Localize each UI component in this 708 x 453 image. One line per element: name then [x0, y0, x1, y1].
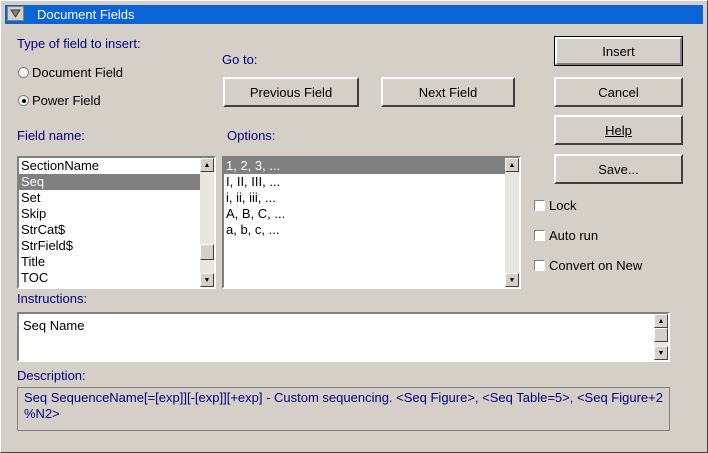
options-list-item[interactable]: a, b, c, ...: [224, 222, 505, 238]
options-list-item[interactable]: I, II, III, ...: [224, 174, 505, 190]
description-text: Seq SequenceName[=[exp]][-[exp]][+exp] -…: [17, 387, 670, 431]
scroll-down-icon[interactable]: ▼: [505, 273, 519, 287]
field-name-list-item[interactable]: StrField$: [19, 238, 200, 254]
save-button[interactable]: Save...: [554, 154, 683, 184]
instructions-label: Instructions:: [17, 291, 88, 306]
field-name-list-item[interactable]: Skip: [19, 206, 200, 222]
auto-run-checkbox[interactable]: Auto run: [534, 228, 598, 243]
scroll-down-icon[interactable]: ▼: [654, 346, 668, 360]
radio-document-field[interactable]: Document Field: [18, 65, 123, 80]
help-button-label: Help: [605, 122, 632, 138]
checkbox-icon: [534, 200, 545, 211]
insert-button[interactable]: Insert: [554, 36, 683, 66]
radio-power-field[interactable]: Power Field: [18, 93, 101, 108]
cancel-button-label: Cancel: [598, 84, 639, 100]
options-listbox[interactable]: 1, 2, 3, ... I, II, III, ... i, ii, iii, .…: [222, 156, 521, 289]
auto-run-checkbox-label: Auto run: [549, 228, 599, 243]
field-name-list: SectionName Seq Set Skip StrCat$ StrField$ Tit…: [19, 158, 200, 287]
lock-checkbox[interactable]: Lock: [534, 198, 576, 213]
radio-document-field-label: Document Field: [32, 65, 124, 80]
previous-field-button[interactable]: Previous Field: [223, 77, 359, 107]
insert-button-label: Insert: [602, 43, 635, 59]
save-button-label: Save...: [598, 161, 639, 177]
window-title: Document Fields: [37, 7, 135, 22]
field-name-list-item[interactable]: TOC: [19, 270, 200, 286]
type-of-field-label: Type of field to insert:: [17, 36, 141, 51]
scroll-thumb[interactable]: [200, 244, 214, 260]
radio-power-field-label: Power Field: [32, 93, 101, 108]
help-button[interactable]: Help: [554, 115, 683, 145]
scroll-thumb[interactable]: [654, 328, 668, 342]
options-list-item[interactable]: A, B, C, ...: [224, 206, 505, 222]
field-name-list-item[interactable]: Title: [19, 254, 200, 270]
field-name-label: Field name:: [17, 128, 85, 143]
options-list-item[interactable]: i, ii, iii, ...: [224, 190, 505, 206]
scroll-up-icon[interactable]: ▲: [654, 314, 668, 328]
field-name-list-item[interactable]: Set: [19, 190, 200, 206]
options-scrollbar[interactable]: ▲ ▼: [505, 158, 519, 287]
options-list-item[interactable]: 1, 2, 3, ...: [224, 158, 505, 174]
radio-button-selected-icon: [18, 95, 29, 106]
next-field-button[interactable]: Next Field: [381, 77, 515, 107]
radio-button-icon: [18, 67, 29, 78]
scroll-up-icon[interactable]: ▲: [200, 158, 214, 172]
instructions-value: Seq Name: [23, 318, 85, 333]
scroll-down-icon[interactable]: ▼: [200, 273, 214, 287]
lock-checkbox-label: Lock: [549, 198, 577, 213]
checkbox-icon: [534, 260, 545, 271]
cancel-button[interactable]: Cancel: [554, 77, 683, 107]
document-fields-dialog: Document Fields Type of field to insert:…: [0, 0, 708, 453]
goto-label: Go to:: [222, 52, 258, 67]
options-list: 1, 2, 3, ... I, II, III, ... i, ii, iii, .…: [224, 158, 505, 287]
instructions-scrollbar[interactable]: ▲ ▼: [654, 314, 668, 360]
convert-on-new-checkbox[interactable]: Convert on New: [534, 258, 642, 273]
options-label: Options:: [227, 128, 276, 143]
field-name-list-item[interactable]: SectionName: [19, 158, 200, 174]
field-name-list-item[interactable]: Seq: [19, 174, 200, 190]
field-name-listbox[interactable]: SectionName Seq Set Skip StrCat$ StrField$ Tit…: [17, 156, 216, 289]
description-label: Description:: [17, 368, 86, 383]
field-name-scrollbar[interactable]: ▲ ▼: [200, 158, 214, 287]
previous-field-label: Previous Field: [249, 84, 333, 100]
next-field-label: Next Field: [418, 84, 478, 100]
system-menu-icon[interactable]: [7, 6, 24, 21]
convert-on-new-checkbox-label: Convert on New: [549, 258, 643, 273]
scroll-up-icon[interactable]: ▲: [505, 158, 519, 172]
field-name-list-item[interactable]: StrCat$: [19, 222, 200, 238]
instructions-input[interactable]: Seq Name ▲ ▼: [17, 312, 670, 362]
checkbox-icon: [534, 230, 545, 241]
title-bar: Document Fields: [5, 5, 703, 24]
